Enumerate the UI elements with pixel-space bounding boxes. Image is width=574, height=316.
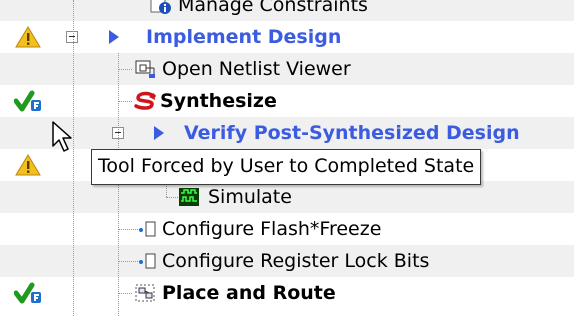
status-tooltip: Tool Forced by User to Completed State [91, 149, 482, 185]
tree-connector-line [73, 0, 74, 316]
tree-connector [118, 101, 132, 102]
tree-connector [118, 69, 132, 70]
tree-row-implement-design[interactable]: Implement Design [0, 21, 574, 53]
tree-row-synthesize[interactable]: Synthesize [0, 85, 574, 117]
place-and-route-icon [135, 284, 155, 302]
tree-row-open-netlist-viewer[interactable]: Open Netlist Viewer [0, 53, 574, 85]
collapse-toggle-icon[interactable] [66, 31, 78, 43]
tree-item-label: Configure Flash*Freeze [162, 218, 382, 240]
forced-complete-check-icon [14, 90, 41, 112]
configure-icon [139, 253, 156, 269]
tree-item-label: Place and Route [162, 282, 336, 304]
synthesize-icon [134, 91, 156, 110]
tree-row-place-and-route[interactable]: Place and Route [0, 277, 574, 309]
tree-item-label: Synthesize [160, 90, 277, 112]
tree-item-label: Verify Post-Synthesized Design [184, 122, 520, 144]
tree-row-configure-register-lock-bits[interactable]: Configure Register Lock Bits [0, 245, 574, 277]
forced-complete-check-icon [14, 282, 41, 304]
tree-item-label: Implement Design [146, 26, 342, 48]
mouse-cursor-icon [52, 121, 72, 152]
tree-item-label: Open Netlist Viewer [162, 58, 351, 80]
play-arrow-icon [154, 126, 164, 140]
tree-row-configure-flash-freeze[interactable]: Configure Flash*Freeze [0, 213, 574, 245]
tree-item-label: Simulate [208, 186, 292, 208]
warning-icon [15, 26, 41, 48]
netlist-viewer-icon [135, 60, 155, 78]
tree-row-verify-post-synthesized-design[interactable]: Verify Post-Synthesized Design [0, 117, 574, 149]
tree-connector [118, 229, 138, 230]
manage-constraints-icon [150, 0, 171, 14]
tree-connector [166, 197, 178, 198]
tree-row-manage-constraints[interactable]: Manage Constraints [0, 0, 574, 21]
tree-connector [118, 293, 132, 294]
play-arrow-icon [109, 30, 119, 44]
tree-item-label: Manage Constraints [178, 0, 368, 16]
design-flow-tree: Manage Constraints Implement Design Open… [0, 0, 574, 316]
tree-row-simulate[interactable]: Simulate [0, 181, 574, 213]
warning-icon [15, 154, 41, 176]
tree-connector [118, 261, 138, 262]
tree-item-label: Configure Register Lock Bits [162, 250, 430, 272]
waveform-icon [179, 188, 199, 206]
configure-icon [139, 221, 156, 237]
